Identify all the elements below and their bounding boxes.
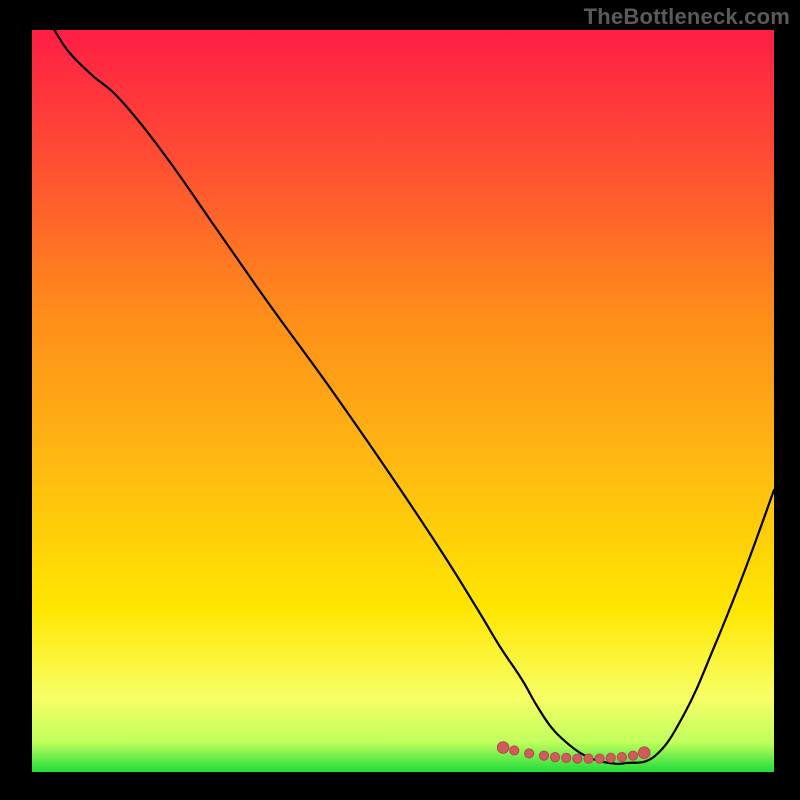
highlight-marker	[525, 749, 534, 758]
highlight-marker	[628, 751, 637, 760]
gradient-background	[32, 30, 774, 772]
highlight-marker	[539, 751, 548, 760]
highlight-marker	[606, 753, 615, 762]
highlight-marker	[638, 747, 650, 759]
highlight-marker	[617, 753, 626, 762]
highlight-marker	[584, 754, 593, 763]
highlight-marker	[551, 753, 560, 762]
highlight-marker	[562, 753, 571, 762]
highlight-marker	[595, 754, 604, 763]
watermark-text: TheBottleneck.com	[584, 4, 790, 30]
bottleneck-chart	[0, 0, 800, 800]
chart-container: TheBottleneck.com	[0, 0, 800, 800]
highlight-marker	[510, 746, 519, 755]
highlight-marker	[497, 742, 509, 754]
highlight-marker	[573, 754, 582, 763]
